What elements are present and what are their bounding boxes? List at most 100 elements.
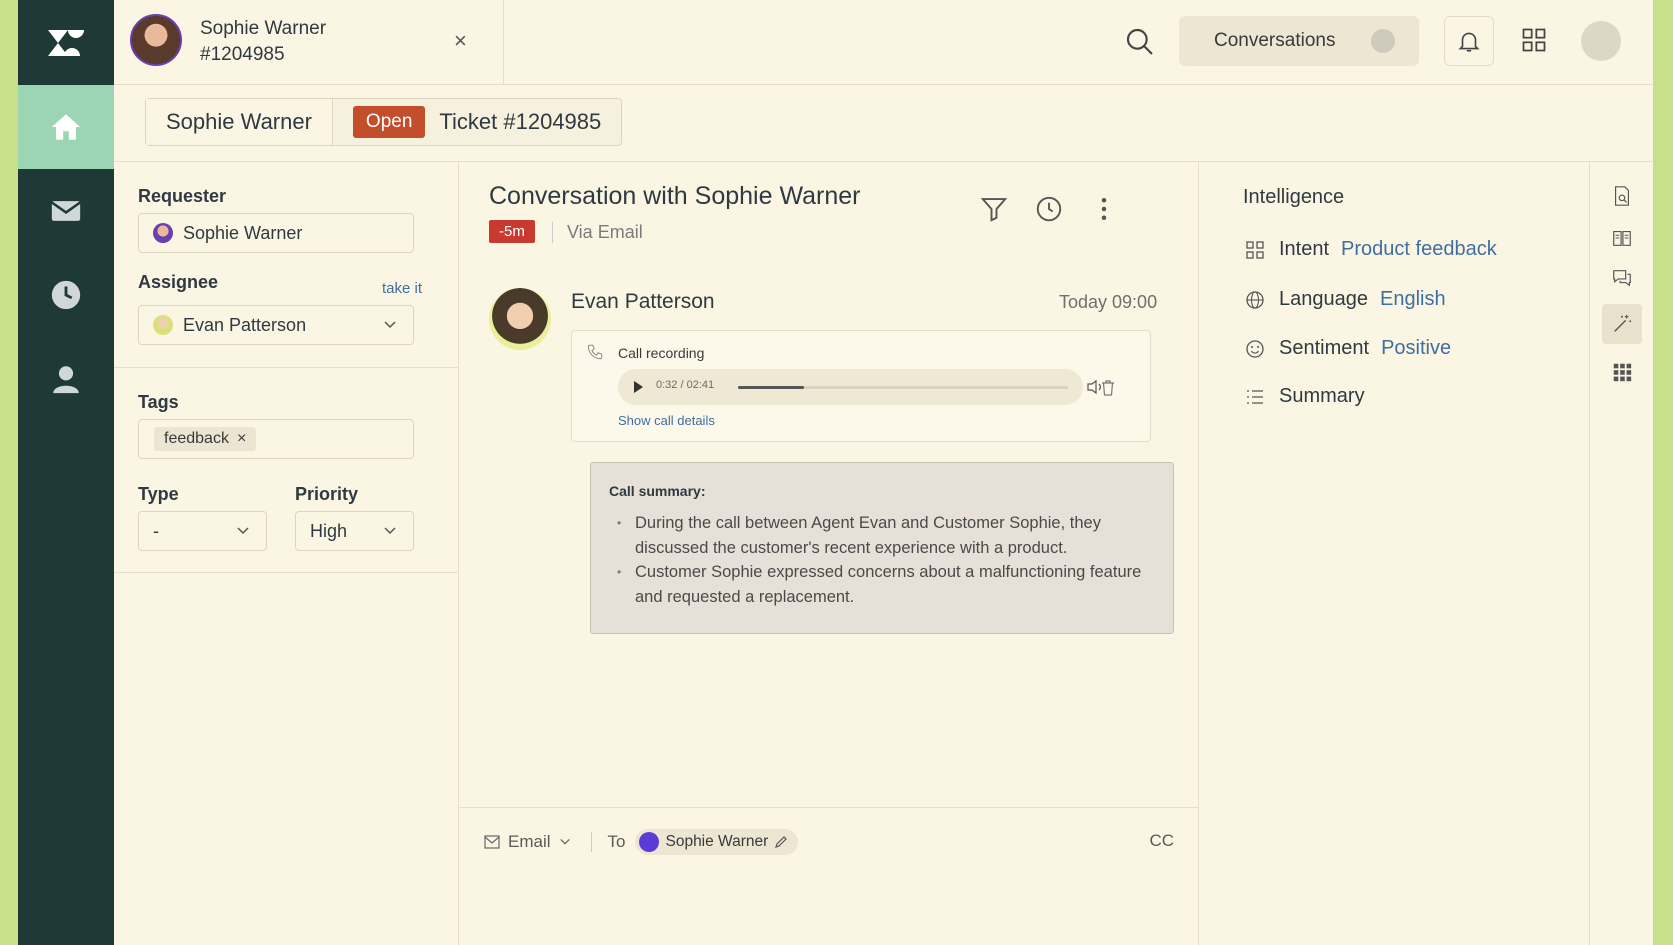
apps-grid-button[interactable] — [1514, 20, 1554, 60]
intent-grid-icon — [1246, 240, 1264, 259]
sentiment-value[interactable]: Positive — [1381, 337, 1451, 360]
filter-icon[interactable] — [979, 194, 1009, 224]
bell-icon — [1458, 32, 1480, 52]
channel-label: Via Email — [552, 222, 643, 243]
search-icon[interactable] — [1124, 26, 1156, 58]
assignee-value: Evan Patterson — [183, 314, 307, 335]
main-nav — [18, 0, 114, 945]
priority-value: High — [310, 520, 348, 541]
playback-progress-fill — [738, 386, 804, 389]
type-label: Type — [138, 484, 179, 504]
assignee-dropdown[interactable]: Evan Patterson — [138, 305, 414, 345]
list-icon — [1247, 389, 1263, 404]
call-summary-card: Call summary: During the call between Ag… — [590, 462, 1174, 634]
nav-user-icon[interactable] — [18, 337, 114, 421]
tag-chip: feedback × — [154, 427, 257, 451]
call-summary-list: During the call between Agent Evan and C… — [609, 511, 1149, 609]
requester-avatar — [130, 14, 182, 66]
ticket-tab[interactable]: Sophie Warner #1204985 × — [114, 0, 504, 85]
type-dropdown[interactable]: - — [138, 511, 267, 551]
divider — [114, 367, 459, 368]
email-icon — [484, 835, 500, 849]
recipient-avatar — [639, 832, 660, 852]
tags-label: Tags — [138, 392, 179, 412]
intent-label: Intent — [1279, 238, 1330, 260]
conversation-title: Conversation with Sophie Warner — [489, 182, 861, 210]
history-icon[interactable] — [1034, 194, 1064, 224]
nav-home-icon[interactable] — [18, 85, 114, 169]
chevron-down-icon — [559, 838, 570, 845]
rail-magic-wand-icon[interactable] — [1602, 304, 1642, 344]
call-recording-card: Call recording 0:32 / 02:41 Show call de… — [571, 330, 1151, 442]
play-icon[interactable] — [630, 379, 646, 395]
breadcrumb-requester[interactable]: Sophie Warner — [146, 99, 333, 145]
chevron-down-icon — [384, 527, 396, 535]
intent-row: Intent Product feedback — [1245, 238, 1497, 261]
requester-label: Requester — [138, 186, 227, 206]
assignee-mini-avatar — [153, 315, 173, 335]
language-label: Language — [1279, 288, 1368, 310]
trash-icon[interactable] — [1100, 379, 1116, 397]
notifications-button[interactable] — [1444, 16, 1494, 66]
nav-clock-icon[interactable] — [18, 253, 114, 337]
divider — [114, 572, 459, 573]
summary-label: Summary — [1279, 385, 1365, 407]
rail-book-icon[interactable] — [1602, 218, 1642, 258]
tag-label: feedback — [164, 430, 229, 447]
top-bar: Sophie Warner #1204985 × Conversations — [114, 0, 1653, 85]
requester-mini-avatar — [153, 223, 173, 243]
playback-time: 0:32 / 02:41 — [656, 379, 715, 391]
sentiment-label: Sentiment — [1279, 337, 1370, 359]
close-tab-icon[interactable]: × — [454, 28, 467, 54]
agent-avatar — [489, 288, 551, 350]
intelligence-title: Intelligence — [1243, 186, 1345, 208]
intent-value[interactable]: Product feedback — [1341, 238, 1497, 261]
take-it-link[interactable]: take it — [382, 280, 422, 297]
status-badge: Open — [352, 106, 426, 138]
user-avatar[interactable] — [1581, 21, 1621, 61]
edit-pencil-icon[interactable] — [774, 835, 788, 849]
chevron-down-icon — [384, 321, 396, 329]
priority-label: Priority — [295, 484, 359, 504]
composer-header: Email To Sophie Warner CC — [484, 827, 1174, 857]
ticket-header: Sophie Warner Open Ticket #1204985 — [114, 85, 1653, 162]
rail-apps-icon[interactable] — [1602, 352, 1642, 392]
conversations-label: Conversations — [1214, 30, 1336, 51]
rail-chat-icon[interactable] — [1602, 258, 1642, 298]
recipient-name: Sophie Warner — [665, 833, 769, 850]
cc-button[interactable]: CC — [1149, 831, 1174, 851]
zendesk-logo-icon[interactable] — [18, 0, 114, 85]
channel-selector[interactable]: Email — [484, 832, 571, 852]
language-value[interactable]: English — [1380, 288, 1446, 311]
nav-mail-icon[interactable] — [18, 169, 114, 253]
recipient-chip[interactable]: Sophie Warner — [635, 829, 799, 855]
to-label: To — [590, 832, 625, 852]
status-dot — [1371, 29, 1395, 53]
assignee-label: Assignee — [138, 272, 219, 292]
tags-field[interactable]: feedback × — [138, 419, 414, 459]
requester-field[interactable]: Sophie Warner — [138, 213, 414, 253]
breadcrumb-ticket[interactable]: Open Ticket #1204985 — [333, 99, 621, 145]
conversations-toggle[interactable]: Conversations — [1179, 16, 1419, 66]
more-options-icon[interactable] — [1089, 194, 1119, 224]
type-value: - — [153, 520, 159, 541]
summary-row[interactable]: Summary — [1245, 385, 1365, 408]
ticket-number: Ticket #1204985 — [439, 109, 602, 134]
context-rail — [1589, 162, 1653, 945]
tab-ticket-id: #1204985 — [200, 44, 285, 65]
tab-requester-name: Sophie Warner — [200, 18, 327, 39]
rail-knowledge-search-icon[interactable] — [1602, 176, 1642, 216]
audio-player: 0:32 / 02:41 — [618, 369, 1101, 405]
playback-progress[interactable] — [738, 386, 1068, 389]
grid-icon — [1522, 28, 1546, 52]
show-call-details-link[interactable]: Show call details — [618, 413, 715, 428]
priority-dropdown[interactable]: High — [295, 511, 414, 551]
smiley-icon — [1246, 339, 1264, 358]
intelligence-panel: Intelligence Intent Product feedback Lan… — [1199, 162, 1589, 945]
language-row: Language English — [1245, 288, 1446, 311]
remove-tag-icon[interactable]: × — [237, 430, 246, 448]
time-badge: -5m — [489, 220, 535, 243]
sentiment-row: Sentiment Positive — [1245, 337, 1451, 360]
breadcrumb: Sophie Warner Open Ticket #1204985 — [145, 98, 623, 146]
ticket-properties-panel: Requester Sophie Warner Assignee take it… — [114, 162, 459, 945]
